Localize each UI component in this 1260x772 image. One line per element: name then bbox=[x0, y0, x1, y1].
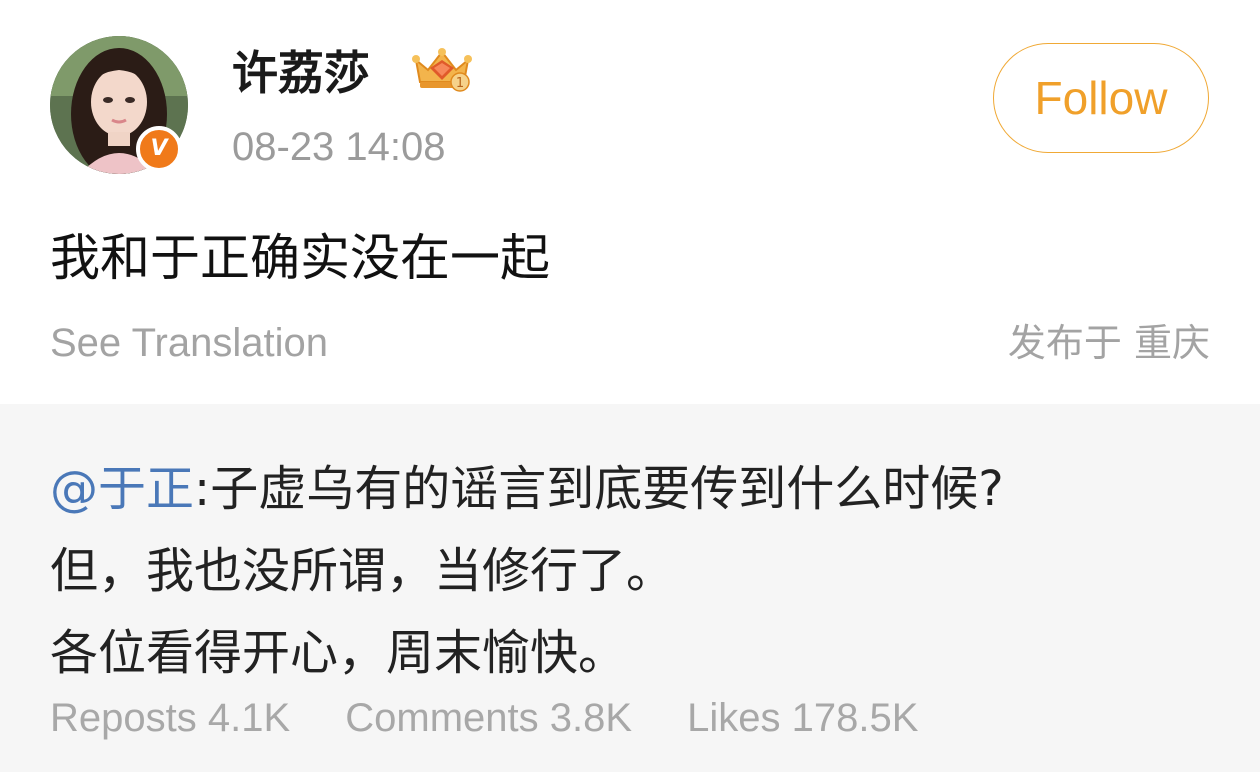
vip-crown-icon[interactable]: 1 bbox=[410, 46, 474, 94]
reposted-line-1-text: 子虚乌有的谣言到底要传到什么时候? bbox=[210, 461, 1004, 517]
likes-count[interactable]: Likes 178.5K bbox=[687, 690, 918, 746]
username[interactable]: 许荔莎 bbox=[232, 42, 370, 104]
post-card: V 许荔莎 1 08-23 14:08 Follow 我和于正确实没在一起 Se… bbox=[0, 0, 1260, 404]
post-timestamp: 08-23 14:08 bbox=[232, 125, 446, 169]
verified-v-icon: V bbox=[136, 126, 182, 172]
post-body-text: 我和于正确实没在一起 bbox=[50, 229, 550, 287]
reposted-text: @于正:子虚乌有的谣言到底要传到什么时候? 但，我也没所谓，当修行了。 各位看得… bbox=[50, 448, 1220, 694]
vip-level-number: 1 bbox=[456, 76, 464, 91]
comments-count[interactable]: Comments 3.8K bbox=[345, 690, 632, 746]
reposted-line-1: @于正:子虚乌有的谣言到底要传到什么时候? bbox=[50, 448, 1220, 530]
see-translation-link[interactable]: See Translation bbox=[50, 318, 328, 368]
mention-separator: : bbox=[194, 461, 211, 517]
reposted-line-3: 各位看得开心，周末愉快。 bbox=[50, 625, 627, 681]
follow-button[interactable]: Follow bbox=[993, 43, 1209, 153]
post-location: 发布于 重庆 bbox=[1007, 321, 1210, 365]
reposts-count[interactable]: Reposts 4.1K bbox=[50, 690, 290, 746]
repost-stats: Reposts 4.1K Comments 3.8K Likes 178.5K bbox=[50, 690, 962, 746]
reposted-line-2: 但，我也没所谓，当修行了。 bbox=[50, 543, 675, 599]
reposted-content[interactable]: @于正:子虚乌有的谣言到底要传到什么时候? 但，我也没所谓，当修行了。 各位看得… bbox=[0, 404, 1260, 772]
mention-link[interactable]: @于正 bbox=[50, 461, 194, 517]
